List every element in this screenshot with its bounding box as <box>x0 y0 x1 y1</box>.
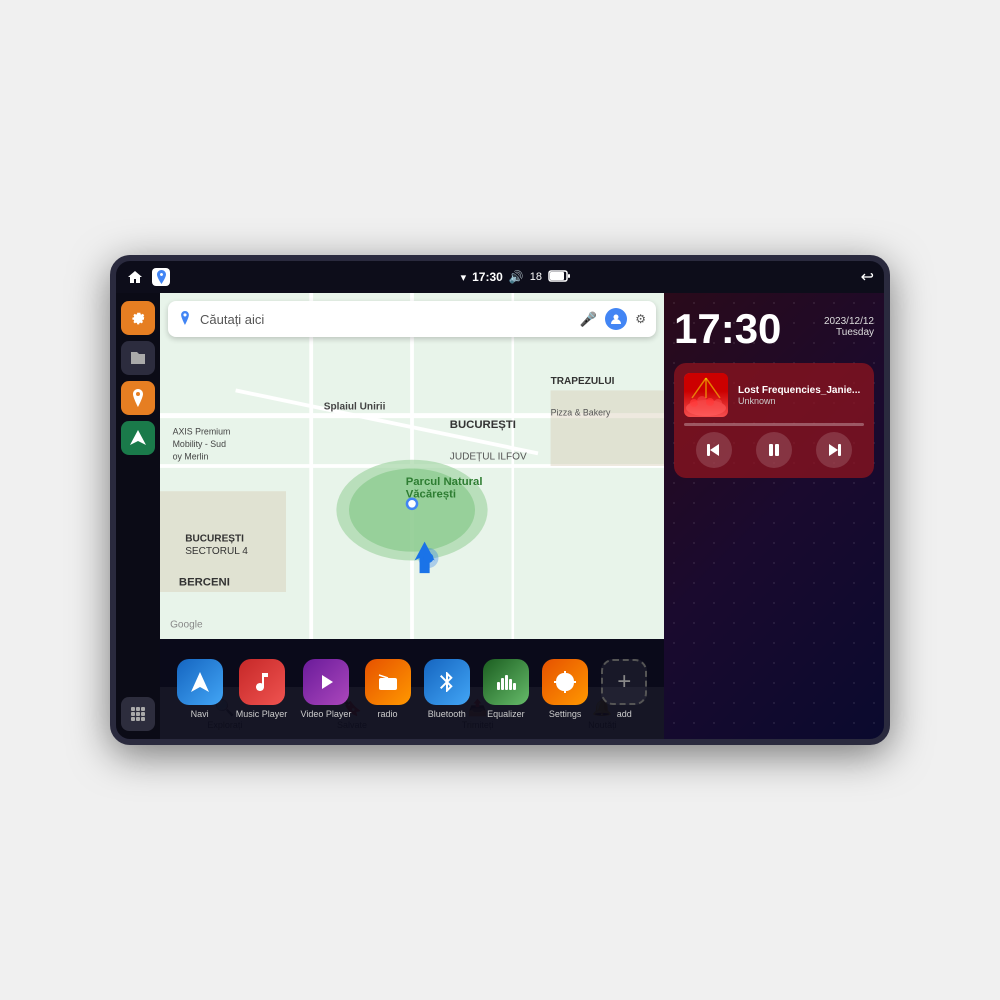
navi-icon-img <box>177 659 223 705</box>
sidebar-maps-btn[interactable] <box>121 381 155 415</box>
svg-text:Splaiul Unirii: Splaiul Unirii <box>324 401 386 412</box>
device-frame: ▾ 17:30 🔊 18 ↩ <box>110 255 890 745</box>
status-time: 17:30 <box>472 270 503 284</box>
status-left <box>126 268 170 286</box>
stars-bg <box>664 293 884 739</box>
settings-icon-img <box>542 659 588 705</box>
bt-icon-img <box>424 659 470 705</box>
settings-label: Settings <box>549 709 582 719</box>
music-info: Lost Frequencies_Janie... Unknown <box>684 373 864 417</box>
music-artist: Unknown <box>738 396 864 406</box>
music-thumb-overlay <box>684 391 728 417</box>
app-music-player[interactable]: Music Player <box>236 659 288 719</box>
music-prev-btn[interactable] <box>696 432 732 468</box>
map-search-bar[interactable]: Căutați aici 🎤 ⚙ <box>168 301 656 337</box>
sidebar-files-btn[interactable] <box>121 341 155 375</box>
svg-text:BUCUREȘTI: BUCUREȘTI <box>185 534 244 545</box>
music-title: Lost Frequencies_Janie... <box>738 385 864 396</box>
add-icon-img: + <box>601 659 647 705</box>
navi-label: Navi <box>191 709 209 719</box>
app-drawer: Navi Music Player <box>160 639 664 739</box>
svg-text:Pizza & Bakery: Pizza & Bakery <box>551 408 611 418</box>
status-right: ↩ <box>861 267 874 287</box>
svg-text:BUCUREȘTI: BUCUREȘTI <box>450 419 516 431</box>
back-icon[interactable]: ↩ <box>861 267 874 287</box>
music-next-btn[interactable] <box>816 432 852 468</box>
clock-section: 17:30 2023/12/12 Tuesday <box>674 303 874 355</box>
maps-status-icon[interactable] <box>152 268 170 286</box>
sidebar-apps-btn[interactable] <box>121 697 155 731</box>
volume-icon: 🔊 <box>509 270 524 284</box>
day-text: Tuesday <box>836 327 874 338</box>
music-thumbnail <box>684 373 728 417</box>
svg-text:oy Merlin: oy Merlin <box>173 452 209 462</box>
map-content: Splaiul Unirii Parcul Natural Văcărești … <box>160 293 664 639</box>
app-radio[interactable]: radio <box>365 659 411 719</box>
map-search-input[interactable]: Căutați aici <box>200 312 572 327</box>
video-icon-img <box>303 659 349 705</box>
battery-icon <box>548 270 570 285</box>
add-label: add <box>617 709 632 719</box>
bluetooth-label: Bluetooth <box>428 709 466 719</box>
map-container: Splaiul Unirii Parcul Natural Văcărești … <box>160 293 664 639</box>
mic-icon[interactable]: 🎤 <box>580 311 597 328</box>
settings-map-icon[interactable]: ⚙ <box>635 312 646 326</box>
svg-text:Mobility - Sud: Mobility - Sud <box>173 439 226 449</box>
wifi-icon: ▾ <box>461 271 467 284</box>
main-content: Splaiul Unirii Parcul Natural Văcărești … <box>116 293 884 739</box>
svg-text:BERCENI: BERCENI <box>179 577 230 589</box>
app-video-player[interactable]: Video Player <box>300 659 351 719</box>
status-bar: ▾ 17:30 🔊 18 ↩ <box>116 261 884 293</box>
music-player-label: Music Player <box>236 709 288 719</box>
app-add[interactable]: + add <box>601 659 647 719</box>
app-equalizer[interactable]: Equalizer <box>483 659 529 719</box>
clock-date: 2023/12/12 Tuesday <box>824 308 874 338</box>
user-avatar[interactable] <box>605 308 627 330</box>
music-icon-img <box>239 659 285 705</box>
music-details: Lost Frequencies_Janie... Unknown <box>738 385 864 406</box>
battery-num: 18 <box>530 271 542 283</box>
map-area[interactable]: Splaiul Unirii Parcul Natural Văcărești … <box>160 293 664 739</box>
music-card: Lost Frequencies_Janie... Unknown <box>674 363 874 478</box>
right-panel: 17:30 2023/12/12 Tuesday <box>664 293 884 739</box>
radio-label: radio <box>378 709 398 719</box>
music-progress-bar[interactable] <box>684 423 864 426</box>
svg-text:SECTORUL 4: SECTORUL 4 <box>185 546 248 557</box>
sidebar-navigation-btn[interactable] <box>121 421 155 455</box>
left-sidebar <box>116 293 160 739</box>
svg-text:TRAPEZULUI: TRAPEZULUI <box>551 376 615 387</box>
clock-time: 17:30 <box>674 308 781 350</box>
sidebar-settings-btn[interactable] <box>121 301 155 335</box>
eq-icon-img <box>483 659 529 705</box>
music-controls <box>684 432 864 468</box>
radio-icon-img <box>365 659 411 705</box>
date-text: 2023/12/12 <box>824 316 874 327</box>
svg-text:AXIS Premium: AXIS Premium <box>173 427 231 437</box>
svg-text:Parcul Natural: Parcul Natural <box>406 476 483 488</box>
video-player-label: Video Player <box>300 709 351 719</box>
music-pause-btn[interactable] <box>756 432 792 468</box>
app-navi[interactable]: Navi <box>177 659 223 719</box>
maps-logo <box>178 311 192 328</box>
equalizer-label: Equalizer <box>487 709 525 719</box>
app-bluetooth[interactable]: Bluetooth <box>424 659 470 719</box>
svg-text:JUDEȚUL ILFOV: JUDEȚUL ILFOV <box>450 452 527 463</box>
svg-text:Google: Google <box>170 619 203 630</box>
status-center: ▾ 17:30 🔊 18 <box>461 270 570 285</box>
home-status-icon[interactable] <box>126 268 144 286</box>
app-settings[interactable]: Settings <box>542 659 588 719</box>
